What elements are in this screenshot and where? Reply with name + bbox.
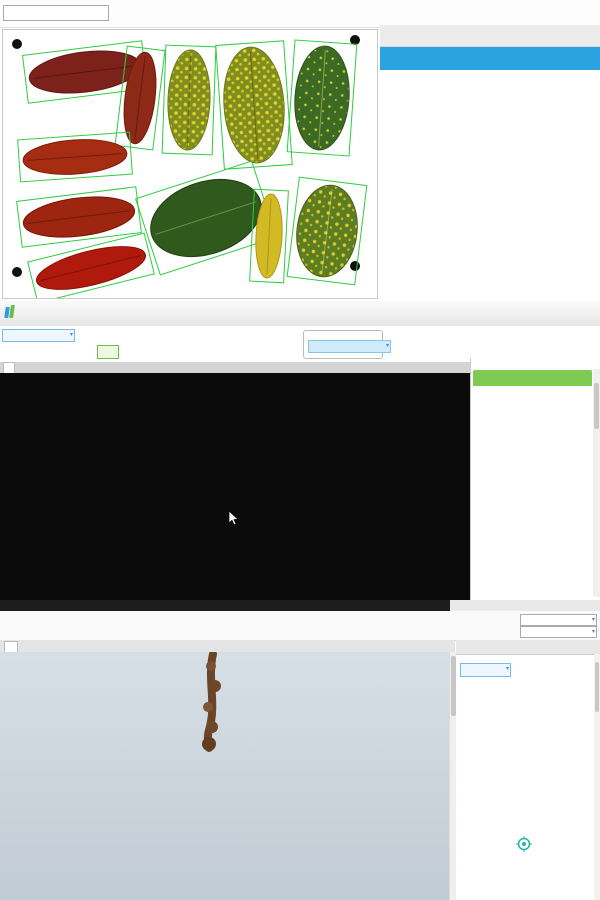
filename-input[interactable] bbox=[3, 5, 109, 21]
current-image-select[interactable] bbox=[520, 614, 597, 626]
root-analysis-panel bbox=[456, 640, 600, 900]
modify-button[interactable] bbox=[97, 345, 119, 359]
root-photo bbox=[0, 650, 449, 900]
seed-result-panel bbox=[470, 358, 600, 600]
result-table-header bbox=[473, 370, 592, 386]
root-analyzer-window bbox=[0, 600, 600, 900]
leaf-result-panel bbox=[380, 25, 600, 297]
analysis-tabs bbox=[456, 640, 600, 655]
result-action-row bbox=[456, 679, 600, 683]
window-title-bar bbox=[0, 600, 600, 611]
calibration-dot bbox=[12, 39, 22, 49]
image-controls bbox=[469, 614, 597, 638]
seed-image-canvas[interactable] bbox=[0, 373, 470, 600]
image-tab-strip bbox=[0, 362, 470, 374]
mouse-cursor bbox=[228, 511, 239, 526]
leaf-analyzer-window bbox=[0, 0, 600, 301]
multiply-select[interactable] bbox=[520, 626, 597, 638]
leaf-table-header bbox=[380, 47, 600, 70]
root-toolbar bbox=[0, 611, 600, 641]
brand-logo bbox=[4, 305, 19, 318]
title-bar-right bbox=[450, 600, 600, 611]
recognition-library-group bbox=[303, 330, 391, 359]
nodule-mode-select[interactable] bbox=[460, 663, 511, 677]
leaf-image-canvas[interactable] bbox=[2, 29, 378, 300]
root-image-canvas[interactable] bbox=[0, 650, 449, 900]
leaf-result-tabs bbox=[380, 25, 600, 47]
nodule-action-row bbox=[456, 661, 600, 679]
leaf-toolbar bbox=[0, 0, 600, 28]
scrollbar[interactable] bbox=[593, 369, 600, 597]
calibration-dot bbox=[12, 267, 22, 277]
scrollbar[interactable] bbox=[594, 654, 600, 900]
touch-cursor-icon bbox=[516, 836, 532, 852]
leaf-photo bbox=[3, 30, 377, 300]
seed-main-toolbar bbox=[0, 300, 600, 327]
library-select[interactable] bbox=[308, 340, 391, 353]
panel-title bbox=[471, 358, 600, 370]
calibration-dot bbox=[350, 261, 360, 271]
seed-counter-window bbox=[0, 300, 600, 601]
seed-type-select[interactable] bbox=[2, 329, 75, 342]
brand-icon bbox=[4, 305, 16, 318]
